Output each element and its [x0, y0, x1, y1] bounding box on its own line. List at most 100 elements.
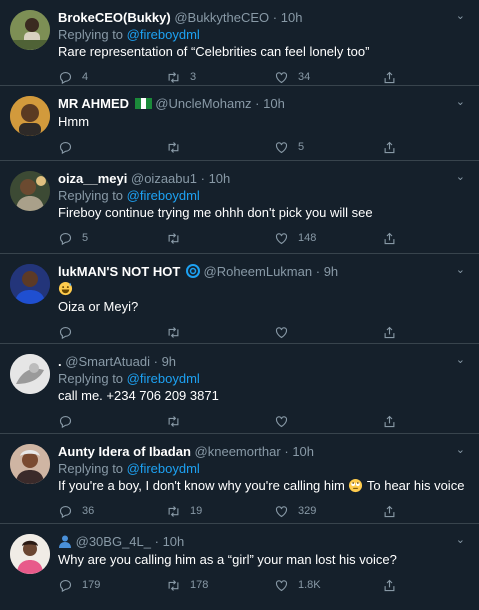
replying-to: Replying to @fireboydml	[58, 26, 469, 43]
timestamp[interactable]: 9h	[324, 264, 338, 279]
reply-button[interactable]	[58, 414, 166, 429]
like-button[interactable]: 148	[274, 231, 382, 246]
retweet-button[interactable]	[166, 414, 274, 429]
reply-icon	[59, 505, 72, 518]
tweet-header: . @SmartAtuadi · 9h	[58, 353, 469, 370]
avatar[interactable]	[10, 171, 50, 211]
retweet-button[interactable]: 3	[166, 70, 274, 85]
mention-link[interactable]: @fireboydml	[127, 371, 200, 386]
retweet-icon	[168, 326, 179, 338]
reply-icon	[59, 579, 72, 592]
timestamp[interactable]: 10h	[263, 96, 285, 111]
separator-dot: ·	[284, 444, 289, 459]
chevron-down-icon[interactable]: ⌄	[456, 171, 465, 183]
like-button[interactable]: 5	[274, 140, 382, 155]
display-name[interactable]: oiza__meyi	[58, 171, 127, 186]
display-name[interactable]: .	[58, 354, 62, 369]
share-icon	[384, 141, 395, 153]
reply-button[interactable]: 36	[58, 504, 166, 519]
share-icon	[384, 505, 395, 517]
tweet[interactable]: ⌄ oiza__meyi @oizaabu1 · 10h Replying to…	[0, 161, 479, 254]
like-button[interactable]: 34	[274, 70, 382, 85]
avatar[interactable]	[10, 444, 50, 484]
like-button[interactable]: 1.8K	[274, 578, 382, 593]
username[interactable]: @30BG_4L_	[76, 534, 151, 549]
reply-button[interactable]	[58, 140, 166, 155]
username[interactable]: @oizaabu1	[131, 171, 197, 186]
chevron-down-icon[interactable]: ⌄	[456, 10, 465, 22]
avatar[interactable]	[10, 96, 50, 136]
timestamp[interactable]: 10h	[281, 10, 303, 25]
share-button[interactable]	[382, 414, 406, 429]
like-button[interactable]	[274, 325, 382, 340]
avatar[interactable]	[10, 354, 50, 394]
chevron-down-icon[interactable]: ⌄	[456, 444, 465, 456]
reply-count: 179	[82, 579, 101, 591]
tweet[interactable]: ⌄ lukMAN'S NOT HOT @RoheemLukman · 9h Oi…	[0, 254, 479, 344]
tweet[interactable]: ⌄ Aunty Idera of Ibadan @kneemorthar · 1…	[0, 434, 479, 524]
separator-dot: ·	[255, 96, 260, 111]
chevron-down-icon[interactable]: ⌄	[456, 354, 465, 366]
share-button[interactable]	[382, 140, 406, 155]
tweet-text: Oiza or Meyi?	[58, 299, 139, 314]
like-button[interactable]: 329	[274, 504, 382, 519]
avatar[interactable]	[10, 10, 50, 50]
tweet[interactable]: ⌄ . @SmartAtuadi · 9h Replying to @fireb…	[0, 344, 479, 434]
username[interactable]: @BukkytheCEO	[174, 10, 269, 25]
username[interactable]: @RoheemLukman	[204, 264, 313, 279]
chevron-down-icon[interactable]: ⌄	[456, 96, 465, 108]
retweet-button[interactable]: 19	[166, 504, 274, 519]
like-count: 34	[298, 71, 311, 83]
username[interactable]: @kneemorthar	[195, 444, 281, 459]
timestamp[interactable]: 10h	[209, 171, 231, 186]
retweet-button[interactable]: 178	[166, 578, 274, 593]
mention-link[interactable]: @fireboydml	[127, 461, 200, 476]
share-button[interactable]	[382, 70, 406, 85]
replying-to-label: Replying to	[58, 188, 127, 203]
reply-button[interactable]: 5	[58, 231, 166, 246]
share-button[interactable]	[382, 504, 406, 519]
retweet-button[interactable]	[166, 325, 274, 340]
avatar[interactable]	[10, 534, 50, 574]
tweet[interactable]: ⌄ MR AHMED @UncleMohamz · 10h Hmm 5	[0, 86, 479, 161]
heart-icon	[275, 415, 288, 427]
display-name[interactable]: lukMAN'S NOT HOT	[58, 264, 180, 279]
reply-button[interactable]: 4	[58, 70, 166, 85]
timestamp[interactable]: 9h	[162, 354, 176, 369]
retweet-button[interactable]	[166, 231, 274, 246]
replying-to: Replying to @fireboydml	[58, 370, 469, 387]
reply-icon	[59, 415, 72, 428]
verified-icon	[185, 264, 200, 278]
share-button[interactable]	[382, 578, 406, 593]
display-name[interactable]: BrokeCEO(Bukky)	[58, 10, 171, 25]
heart-icon	[275, 232, 288, 244]
heart-icon	[275, 326, 288, 338]
retweet-icon	[168, 579, 179, 591]
chevron-down-icon[interactable]: ⌄	[456, 264, 465, 276]
retweet-button[interactable]	[166, 140, 274, 155]
like-count: 5	[298, 141, 305, 153]
mention-link[interactable]: @fireboydml	[127, 188, 200, 203]
timestamp[interactable]: 10h	[292, 444, 314, 459]
retweet-count: 19	[190, 505, 203, 517]
tweet[interactable]: ⌄ BrokeCEO(Bukky) @BukkytheCEO · 10h Rep…	[0, 0, 479, 86]
tweet-header: oiza__meyi @oizaabu1 · 10h	[58, 170, 469, 187]
reply-button[interactable]: 179	[58, 578, 166, 593]
share-button[interactable]	[382, 325, 406, 340]
tweet[interactable]: ⌄ @30BG_4L_ · 10h Why are you calling hi…	[0, 524, 479, 610]
timestamp[interactable]: 10h	[163, 534, 185, 549]
mention-link[interactable]: @fireboydml	[127, 27, 200, 42]
retweet-icon	[168, 415, 179, 427]
tweet-header: @30BG_4L_ · 10h	[58, 533, 469, 550]
tweet-actions: 5	[58, 131, 469, 163]
display-name[interactable]: MR AHMED	[58, 96, 129, 111]
avatar[interactable]	[10, 264, 50, 304]
chevron-down-icon[interactable]: ⌄	[456, 534, 465, 546]
username[interactable]: @SmartAtuadi	[65, 354, 150, 369]
username[interactable]: @UncleMohamz	[155, 96, 251, 111]
share-button[interactable]	[382, 231, 406, 246]
like-button[interactable]	[274, 414, 382, 429]
reply-button[interactable]	[58, 325, 166, 340]
tweet-actions: 36 19 329	[58, 495, 469, 527]
display-name[interactable]: Aunty Idera of Ibadan	[58, 444, 191, 459]
